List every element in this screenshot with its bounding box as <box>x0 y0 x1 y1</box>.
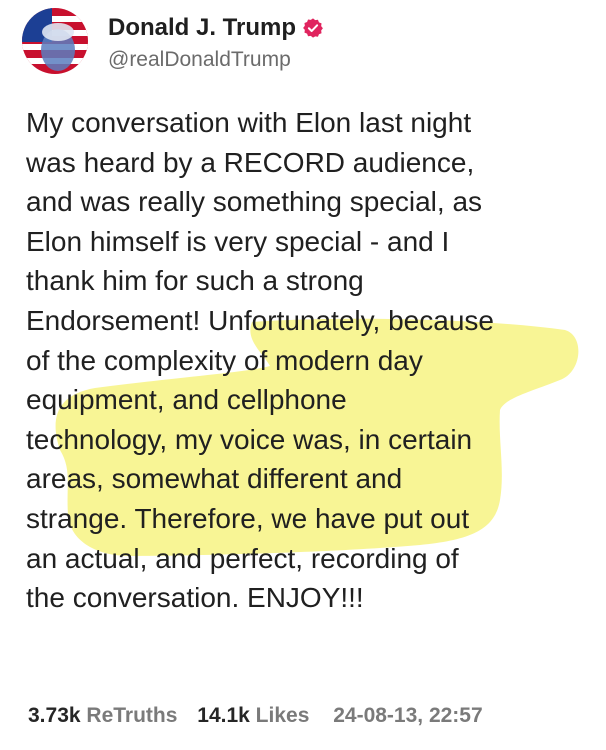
post-timestamp[interactable]: 24-08-13, 22:57 <box>333 704 482 727</box>
avatar[interactable] <box>22 8 88 74</box>
post-line: thank him for such a strong <box>26 265 364 297</box>
verified-badge-icon <box>303 18 323 38</box>
retruths-count[interactable]: 3.73k <box>28 704 81 727</box>
name-row: Donald J. Trump <box>108 14 324 42</box>
display-name[interactable]: Donald J. Trump <box>108 14 296 42</box>
likes-label[interactable]: Likes <box>256 704 310 727</box>
post-line: the conversation. ENJOY!!! <box>26 582 364 614</box>
post-line: was heard by a RECORD audience, <box>26 146 475 178</box>
handle[interactable]: @realDonaldTrump <box>108 48 291 72</box>
post-header: Donald J. Trump @realDonaldTrump <box>22 8 582 76</box>
likes-count[interactable]: 14.1k <box>197 704 250 727</box>
post-line: strange. Therefore, we have put out <box>26 502 470 534</box>
post-stats: 3.73k ReTruths 14.1k Likes 24-08-13, 22:… <box>28 704 588 728</box>
post-line: of the complexity of modern day <box>26 344 423 376</box>
post-body: My conversation with Elon last night was… <box>26 103 591 618</box>
retruths-label[interactable]: ReTruths <box>86 704 177 727</box>
post-line: My conversation with Elon last night <box>26 107 472 138</box>
post-line: areas, somewhat different and <box>26 463 403 495</box>
post-line: Endorsement! Unfortunately, because <box>26 304 494 336</box>
post-line: Elon himself is very special - and I <box>26 225 450 257</box>
post-line: an actual, and perfect, recording of <box>26 542 459 574</box>
post-line: and was really something special, as <box>26 186 483 218</box>
post-line: technology, my voice was, in certain <box>26 423 473 455</box>
post-line: equipment, and cellphone <box>26 384 347 416</box>
